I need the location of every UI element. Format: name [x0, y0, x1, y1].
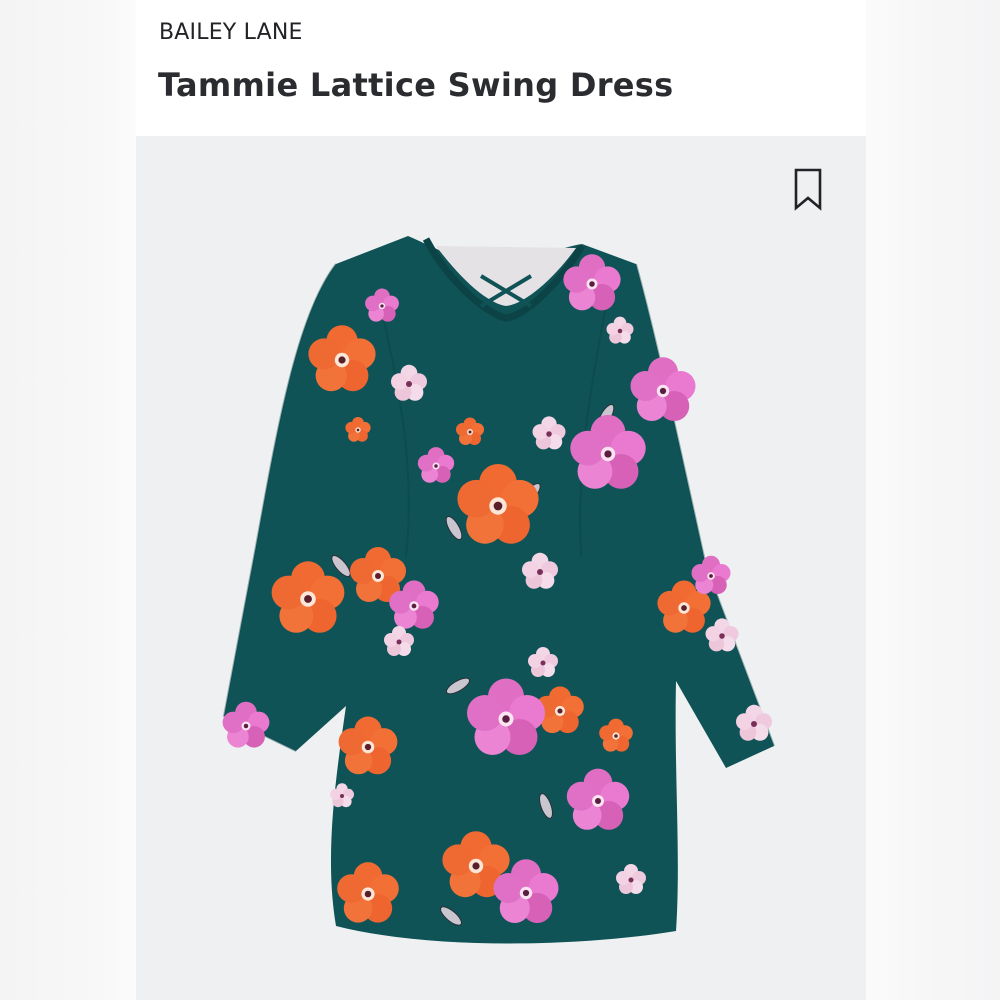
bookmark-icon [794, 168, 822, 211]
bookmark-button[interactable] [788, 166, 828, 214]
product-card: BAILEY LANE Tammie Lattice Swing Dress [136, 0, 866, 1000]
brand-name[interactable]: BAILEY LANE [159, 20, 303, 45]
product-title: Tammie Lattice Swing Dress [158, 66, 674, 104]
right-gutter [866, 0, 1000, 1000]
product-image[interactable] [136, 136, 866, 1000]
product-page: BAILEY LANE Tammie Lattice Swing Dress [0, 0, 1000, 1000]
product-header: BAILEY LANE Tammie Lattice Swing Dress [136, 0, 866, 136]
left-gutter [0, 0, 136, 1000]
dress-illustration [222, 236, 775, 944]
